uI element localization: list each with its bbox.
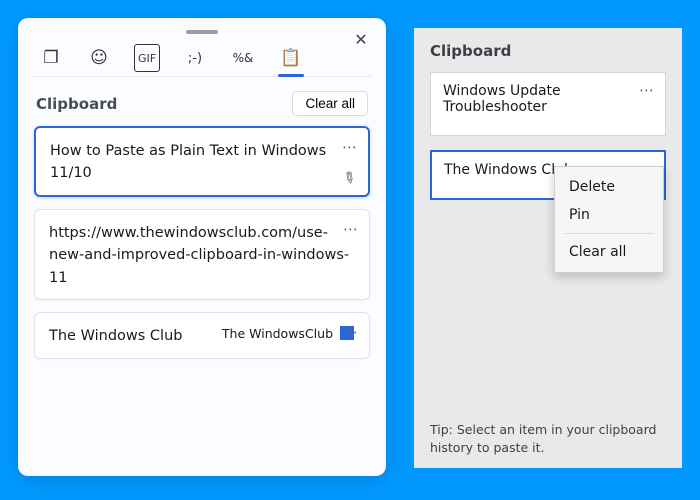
clipboard-item-text: Windows Update Troubleshooter	[443, 83, 561, 115]
menu-separator	[565, 233, 653, 234]
menu-clear-all[interactable]: Clear all	[555, 238, 663, 266]
category-tabbar: ❐ ☺ GIF ;-) %& 📋	[32, 34, 372, 77]
clipboard-item-thumbnail: The WindowsClub	[222, 325, 355, 341]
clear-all-button[interactable]: Clear all	[292, 91, 368, 116]
clipboard-item[interactable]: Windows Update Troubleshooter ⋯	[430, 72, 666, 136]
clipboard-item-text: https://www.thewindowsclub.com/use-new-a…	[49, 222, 355, 289]
more-icon[interactable]: ⋯	[342, 138, 358, 156]
context-menu: Delete Pin Clear all	[554, 166, 664, 273]
close-button[interactable]: ✕	[350, 28, 372, 50]
tab-emoji[interactable]: ☺	[86, 44, 112, 72]
menu-delete[interactable]: Delete	[555, 173, 663, 201]
tip-text: Tip: Select an item in your clipboard hi…	[430, 411, 666, 456]
tab-gif[interactable]: GIF	[134, 44, 160, 72]
tab-kaomoji[interactable]: ;-)	[182, 44, 208, 72]
clipboard-item[interactable]: How to Paste as Plain Text in Windows 11…	[34, 126, 370, 197]
clipboard-list: How to Paste as Plain Text in Windows 11…	[32, 126, 372, 359]
panel-title: Clipboard	[430, 42, 666, 60]
clipboard-item-text: How to Paste as Plain Text in Windows 11…	[50, 140, 354, 185]
tab-recent[interactable]: ❐	[38, 44, 64, 72]
clipboard-item[interactable]: https://www.thewindowsclub.com/use-new-a…	[34, 209, 370, 300]
more-icon[interactable]: ⋯	[343, 220, 359, 238]
section-header: Clipboard Clear all	[32, 77, 372, 126]
more-icon[interactable]: ⋯	[343, 323, 359, 341]
section-title: Clipboard	[36, 95, 117, 113]
clipboard-item-text: The Windows Club	[49, 325, 182, 347]
tab-clipboard[interactable]: 📋	[278, 44, 304, 72]
tab-symbols[interactable]: %&	[230, 44, 256, 72]
more-icon[interactable]: ⋯	[639, 81, 655, 99]
menu-pin[interactable]: Pin	[555, 201, 663, 229]
clipboard-flyout-win11: ✕ ❐ ☺ GIF ;-) %& 📋 Clipboard Clear all H…	[18, 18, 386, 476]
clipboard-item[interactable]: The Windows Club The WindowsClub ⋯	[34, 312, 370, 358]
clipboard-history-win10: Clipboard Windows Update Troubleshooter …	[414, 28, 682, 468]
